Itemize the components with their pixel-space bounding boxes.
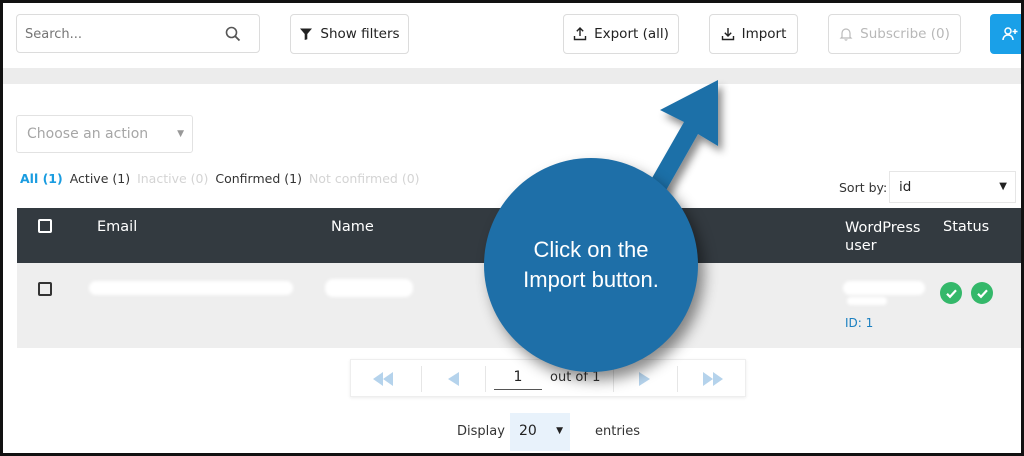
- column-email[interactable]: Email: [97, 219, 137, 235]
- subscribe-label: Subscribe (0): [860, 26, 950, 42]
- entries-per-page-select[interactable]: 20 ▼: [510, 413, 570, 451]
- page-of-label: out of 1: [550, 370, 601, 385]
- double-chevron-right-icon: [703, 372, 723, 386]
- prev-page-button[interactable]: [423, 360, 483, 398]
- double-chevron-left-icon: [373, 372, 393, 386]
- redacted-email: [89, 281, 293, 295]
- subscribed-status-icon: [940, 282, 962, 304]
- chevron-left-icon: [448, 372, 459, 386]
- show-filters-label: Show filters: [320, 26, 400, 42]
- last-page-button[interactable]: [679, 360, 747, 398]
- download-icon: [721, 28, 734, 41]
- redacted-wp-user: [843, 281, 925, 295]
- search-input[interactable]: [25, 24, 215, 44]
- callout-bubble: Click on the Import button.: [484, 158, 698, 372]
- add-user-icon: [1002, 27, 1018, 41]
- filter-inactive[interactable]: Inactive (0): [137, 171, 208, 186]
- import-label: Import: [741, 26, 787, 42]
- wp-user-id-link[interactable]: ID: 1: [845, 316, 873, 330]
- sort-value: id: [899, 179, 912, 195]
- status-filter-bar: All (1) Active (1) Inactive (0) Confirme…: [20, 171, 420, 186]
- column-name[interactable]: Name: [331, 219, 374, 235]
- filter-active[interactable]: Active (1): [70, 171, 130, 186]
- check-icon: [976, 289, 988, 298]
- add-user-button[interactable]: [990, 14, 1024, 54]
- redacted-wp-user-line: [847, 297, 887, 305]
- filter-icon: [300, 28, 313, 40]
- filter-all[interactable]: All (1): [20, 171, 63, 186]
- bell-icon: [839, 28, 853, 41]
- divider: [613, 366, 614, 392]
- show-filters-button[interactable]: Show filters: [290, 14, 409, 54]
- column-status: Status: [943, 219, 990, 235]
- divider: [421, 366, 422, 392]
- callout-text: Click on the Import button.: [523, 237, 659, 292]
- import-button[interactable]: Import: [709, 14, 798, 54]
- entries-label: entries: [595, 424, 641, 439]
- section-divider: [0, 68, 1024, 84]
- redacted-name: [325, 279, 413, 297]
- subscribe-button[interactable]: Subscribe (0): [828, 14, 961, 54]
- select-all-checkbox[interactable]: [38, 219, 52, 233]
- sort-select[interactable]: id ▼: [889, 171, 1016, 203]
- chevron-down-icon: ▼: [999, 181, 1007, 192]
- bulk-action-select[interactable]: Choose an action ▼: [16, 115, 193, 153]
- page-number-input[interactable]: [494, 364, 542, 390]
- entries-per-page-value: 20: [519, 423, 537, 439]
- divider: [485, 366, 486, 392]
- upload-icon: [573, 27, 587, 41]
- row-checkbox[interactable]: [38, 282, 52, 296]
- filter-not-confirmed[interactable]: Not confirmed (0): [309, 171, 420, 186]
- sort-by-label: Sort by:: [839, 180, 888, 195]
- export-label: Export (all): [594, 26, 669, 42]
- check-icon: [945, 289, 957, 298]
- chevron-down-icon: ▼: [177, 129, 184, 139]
- pagination: out of 1: [350, 359, 746, 397]
- first-page-button[interactable]: [351, 360, 415, 398]
- bulk-action-placeholder: Choose an action: [27, 126, 149, 142]
- export-button[interactable]: Export (all): [563, 14, 679, 54]
- chevron-right-icon: [639, 372, 650, 386]
- display-label: Display: [457, 424, 505, 439]
- search-icon[interactable]: [225, 26, 241, 42]
- filter-confirmed[interactable]: Confirmed (1): [215, 171, 302, 186]
- divider: [677, 366, 678, 392]
- chevron-down-icon: ▼: [556, 426, 563, 436]
- search-box[interactable]: [16, 14, 260, 53]
- confirmed-status-icon: [971, 282, 993, 304]
- column-wordpress-user: WordPress user: [845, 220, 921, 254]
